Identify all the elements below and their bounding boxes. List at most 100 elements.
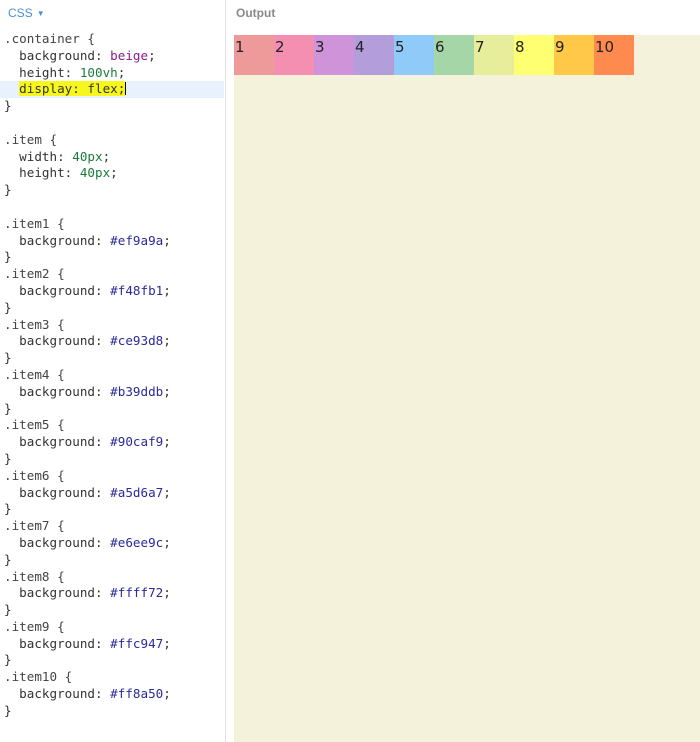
code-token: ; xyxy=(163,635,171,651)
text-cursor xyxy=(125,82,127,96)
code-token: } xyxy=(4,702,12,718)
code-line: } xyxy=(4,401,224,418)
code-token: ; xyxy=(163,383,171,399)
code-token: .item2 { xyxy=(4,266,65,282)
code-token: background: xyxy=(4,333,111,349)
code-token: #ffff72 xyxy=(110,585,164,601)
code-line: width: 40px; xyxy=(4,149,224,166)
code-token: .item7 { xyxy=(4,518,65,534)
code-token: #f48fb1 xyxy=(110,282,164,298)
code-line: background: #ef9a9a; xyxy=(4,233,224,250)
code-token: } xyxy=(4,501,12,517)
code-line: } xyxy=(4,300,224,317)
code-token: ; xyxy=(163,282,171,298)
code-token: .container { xyxy=(4,31,95,46)
code-token: } xyxy=(4,652,12,668)
code-token: 40px xyxy=(72,148,103,164)
code-line: background: #f48fb1; xyxy=(4,283,224,300)
code-token: #90caf9 xyxy=(110,434,164,450)
code-line: .item7 { xyxy=(4,518,224,535)
code-token: .item10 { xyxy=(4,669,73,685)
code-line: height: 40px; xyxy=(4,165,224,182)
code-token: ; xyxy=(102,148,111,164)
flex-item-1: 1 xyxy=(234,35,274,75)
code-token: .item9 { xyxy=(4,618,65,634)
flex-item-8: 8 xyxy=(514,35,554,75)
code-line: } xyxy=(4,182,224,199)
flex-item-7: 7 xyxy=(474,35,514,75)
code-line: .item10 { xyxy=(4,669,224,686)
css-tab[interactable]: CSS ▼ xyxy=(8,5,45,21)
code-line: .item8 { xyxy=(4,569,224,586)
code-token: ; xyxy=(110,165,118,181)
code-token: .item5 { xyxy=(4,417,65,433)
code-line: .item3 { xyxy=(4,317,224,334)
code-token: } xyxy=(4,602,12,618)
code-line: background: #ffc947; xyxy=(4,636,224,653)
code-token: ; xyxy=(163,484,171,500)
code-line: background: #b39ddb; xyxy=(4,384,224,401)
code-line: height: 100vh; xyxy=(4,65,224,82)
css-editor-panel: CSS ▼ .container { background: beige; he… xyxy=(0,0,226,742)
code-token: } xyxy=(4,98,12,114)
code-line: .item6 { xyxy=(4,468,224,485)
flex-item-4: 4 xyxy=(354,35,394,75)
code-token: #ff8a50 xyxy=(110,686,164,702)
code-token: beige xyxy=(110,47,149,63)
output-preview: 1 2 3 4 5 6 7 8 9 10 xyxy=(234,35,700,742)
code-line: } xyxy=(4,98,224,115)
code-token: .item { xyxy=(4,131,58,147)
code-line: background: #e6ee9c; xyxy=(4,535,224,552)
code-line: background: #90caf9; xyxy=(4,434,224,451)
code-token: 100vh xyxy=(79,64,118,80)
code-token: background: xyxy=(4,232,111,248)
code-token: } xyxy=(4,551,12,567)
code-line: background: #ce93d8; xyxy=(4,333,224,350)
code-line: display: flex; xyxy=(0,81,224,99)
code-line: background: beige; xyxy=(4,48,224,65)
code-token: } xyxy=(4,350,12,366)
flex-item-6: 6 xyxy=(434,35,474,75)
code-token: ; xyxy=(117,64,126,80)
chevron-down-icon: ▼ xyxy=(36,9,45,18)
code-line: } xyxy=(4,501,224,518)
code-token: ; xyxy=(163,232,171,248)
code-line: .container { xyxy=(4,31,224,48)
css-code-editor[interactable]: .container { background: beige; height: … xyxy=(0,31,224,720)
code-line: } xyxy=(4,703,224,720)
code-line: } xyxy=(4,602,224,619)
code-token: } xyxy=(4,450,12,466)
flex-item-5: 5 xyxy=(394,35,434,75)
code-token: } xyxy=(4,299,12,315)
code-token: } xyxy=(4,400,12,416)
code-token: .item6 { xyxy=(4,467,65,483)
code-token: ; xyxy=(163,333,171,349)
code-line: .item4 { xyxy=(4,367,224,384)
code-token: #ffc947 xyxy=(110,635,164,651)
code-token: background: xyxy=(4,383,111,399)
code-token: .item4 { xyxy=(4,366,65,382)
code-token: background: xyxy=(4,635,111,651)
code-token: background: xyxy=(4,47,111,63)
flex-container: 1 2 3 4 5 6 7 8 9 10 xyxy=(234,35,700,75)
code-token: #b39ddb xyxy=(110,383,164,399)
code-line: } xyxy=(4,451,224,468)
code-line: } xyxy=(4,350,224,367)
flex-item-10: 10 xyxy=(594,35,634,75)
code-token: } xyxy=(4,182,12,198)
code-line: .item9 { xyxy=(4,619,224,636)
code-token: #ef9a9a xyxy=(110,232,164,248)
code-line: } xyxy=(4,652,224,669)
code-token: .item1 { xyxy=(4,215,65,231)
flex-item-2: 2 xyxy=(274,35,314,75)
code-token: } xyxy=(4,249,12,265)
flex-item-3: 3 xyxy=(314,35,354,75)
code-line: .item1 { xyxy=(4,216,224,233)
code-token: height: xyxy=(4,165,80,181)
code-token: background: xyxy=(4,686,111,702)
code-line: background: #a5d6a7; xyxy=(4,485,224,502)
css-tab-label: CSS xyxy=(8,6,33,20)
code-line: .item2 { xyxy=(4,266,224,283)
